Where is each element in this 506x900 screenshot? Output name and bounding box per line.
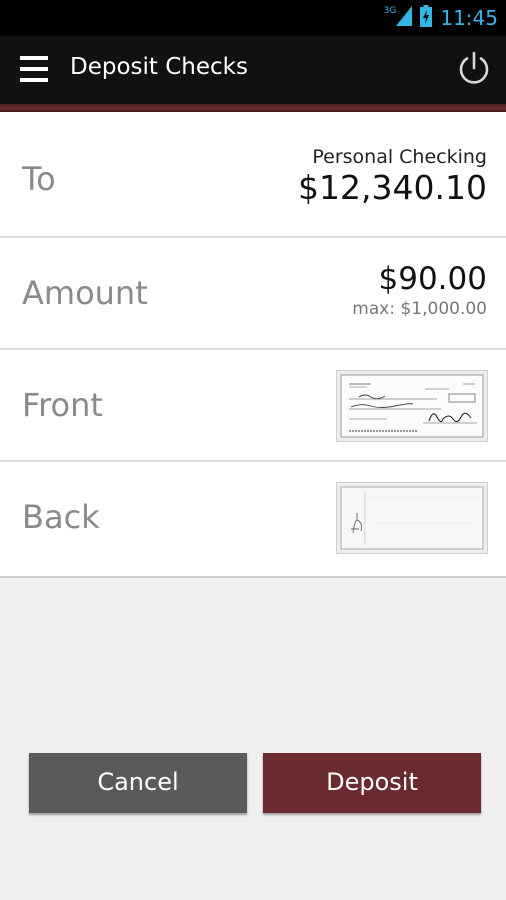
cancel-button[interactable]: Cancel	[29, 753, 247, 813]
check-front-thumbnail[interactable]	[336, 370, 488, 442]
app-bar-accent-divider	[0, 104, 506, 112]
to-label: To	[22, 160, 56, 198]
deposit-checks-screen: 3G 11:45 Deposit Checks To Personal Chec…	[0, 0, 506, 900]
amount-value: $90.00	[378, 261, 487, 297]
check-back-thumbnail[interactable]	[336, 482, 488, 554]
account-name: Personal Checking	[312, 146, 487, 168]
status-icons: 3G 11:45	[384, 4, 498, 32]
battery-charging-icon	[420, 5, 433, 31]
signal-icon	[396, 6, 413, 30]
power-icon[interactable]	[456, 51, 492, 87]
account-balance: $12,340.10	[298, 168, 487, 207]
deposit-button[interactable]: Deposit	[263, 753, 481, 813]
status-bar: 3G 11:45	[0, 0, 506, 36]
amount-row[interactable]: Amount $90.00 max: $1,000.00	[0, 238, 506, 350]
front-image-row[interactable]: Front	[0, 350, 506, 462]
status-clock: 11:45	[440, 6, 498, 30]
amount-label: Amount	[22, 274, 148, 312]
amount-max: max: $1,000.00	[352, 299, 487, 319]
page-title: Deposit Checks	[70, 54, 248, 80]
back-image-row[interactable]: Back	[0, 462, 506, 576]
deposit-form: To Personal Checking $12,340.10 Amount $…	[0, 112, 506, 578]
to-account-info: Personal Checking $12,340.10	[298, 146, 487, 208]
app-bar: Deposit Checks	[0, 36, 506, 104]
network-type: 3G	[383, 6, 397, 16]
back-label: Back	[22, 498, 100, 536]
front-label: Front	[22, 386, 103, 424]
to-account-row[interactable]: To Personal Checking $12,340.10	[0, 112, 506, 238]
amount-info: $90.00 max: $1,000.00	[352, 260, 487, 320]
menu-icon[interactable]	[20, 56, 48, 82]
